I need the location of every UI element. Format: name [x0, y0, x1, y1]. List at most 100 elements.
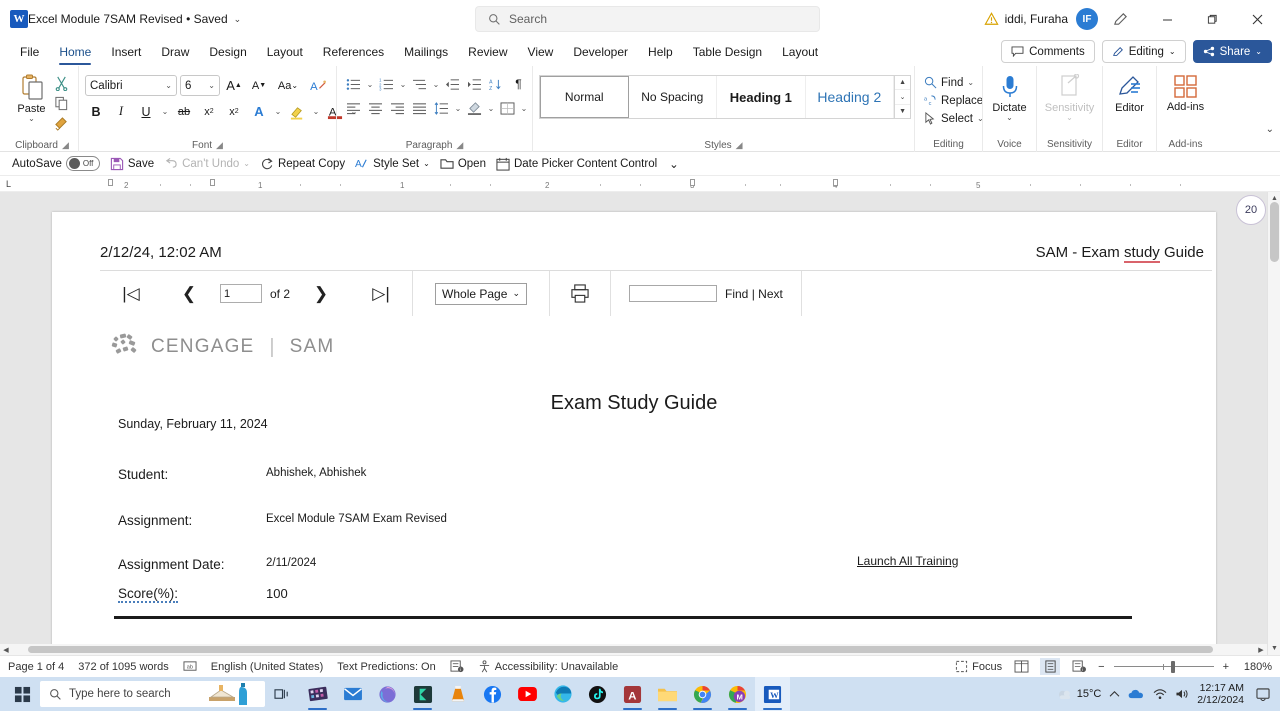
- clipboard-dialog-launcher[interactable]: ◢: [62, 140, 69, 150]
- taskbar-facebook-icon[interactable]: [475, 677, 510, 711]
- volume-icon[interactable]: [1175, 688, 1189, 700]
- close-button[interactable]: [1235, 0, 1280, 38]
- first-page-button[interactable]: |◁: [112, 280, 150, 308]
- select-button[interactable]: Select ⌄: [921, 111, 987, 126]
- task-view-button[interactable]: [265, 677, 300, 711]
- restore-button[interactable]: [1190, 0, 1235, 38]
- search-box[interactable]: Search: [475, 6, 820, 32]
- clear-formatting-button[interactable]: A: [306, 75, 332, 96]
- web-layout-view-button[interactable]: [1011, 658, 1031, 675]
- focus-mode-button[interactable]: Focus: [955, 660, 1002, 673]
- multilevel-chevron-down-icon[interactable]: ⌄: [431, 80, 441, 89]
- highlight-chevron-down-icon[interactable]: ⌄: [311, 107, 321, 116]
- styles-more-icon[interactable]: ▼: [895, 103, 910, 118]
- line-spacing-chevron-down-icon[interactable]: ⌄: [453, 104, 463, 113]
- numbering-chevron-down-icon[interactable]: ⌄: [398, 80, 408, 89]
- text-effects-chevron-down-icon[interactable]: ⌄: [273, 107, 283, 116]
- onedrive-icon[interactable]: [1128, 688, 1145, 700]
- date-picker-button-qat[interactable]: Date Picker Content Control: [496, 157, 657, 171]
- taskbar-app-icon[interactable]: [405, 677, 440, 711]
- tray-expand-icon[interactable]: [1109, 690, 1120, 699]
- grow-font-button[interactable]: A ▲: [223, 75, 245, 96]
- font-size-combo[interactable]: 6 ⌄: [180, 75, 220, 96]
- style-set-button-qat[interactable]: A Style Set ⌄: [355, 157, 430, 171]
- paste-button[interactable]: Paste ⌄: [12, 70, 51, 123]
- next-page-button[interactable]: ❯: [302, 280, 340, 308]
- taskbar-tiktok-icon[interactable]: [580, 677, 615, 711]
- tab-table-design[interactable]: Table Design: [683, 41, 772, 63]
- text-highlight-color-button[interactable]: [286, 101, 308, 122]
- tab-view[interactable]: View: [518, 41, 564, 63]
- shading-button[interactable]: [464, 98, 485, 118]
- scroll-left-icon[interactable]: ◀: [0, 644, 12, 655]
- show-formatting-marks-button[interactable]: ¶: [508, 74, 529, 94]
- styles-scroll-down-icon[interactable]: ⌄: [895, 89, 910, 103]
- justify-button[interactable]: [409, 98, 430, 118]
- scroll-right-icon[interactable]: ▶: [1255, 644, 1267, 655]
- comments-button[interactable]: Comments: [1001, 40, 1095, 63]
- tab-home[interactable]: Home: [49, 41, 101, 65]
- ruler-indent-marker[interactable]: [108, 179, 113, 186]
- collapse-ribbon-icon[interactable]: ⌄: [1266, 124, 1274, 135]
- tab-file[interactable]: File: [10, 41, 49, 63]
- shrink-font-button[interactable]: A ▼: [248, 75, 270, 96]
- bullets-button[interactable]: [343, 74, 364, 94]
- proofing-icon[interactable]: ab: [183, 660, 197, 673]
- bold-button[interactable]: B: [85, 101, 107, 122]
- multilevel-list-button[interactable]: [409, 74, 430, 94]
- style-no-spacing[interactable]: No Spacing: [629, 76, 718, 118]
- zoom-percentage[interactable]: 180%: [1238, 661, 1272, 673]
- underline-chevron-down-icon[interactable]: ⌄: [160, 107, 170, 116]
- style-heading-2[interactable]: Heading 2: [806, 76, 895, 118]
- taskbar-chrome-icon-1[interactable]: [685, 677, 720, 711]
- autosave-control[interactable]: AutoSave Off: [12, 156, 100, 171]
- autosave-toggle[interactable]: Off: [65, 156, 100, 171]
- tab-developer[interactable]: Developer: [563, 41, 638, 63]
- replace-button[interactable]: ac Replace: [921, 93, 987, 108]
- tab-insert[interactable]: Insert: [101, 41, 151, 63]
- addins-button[interactable]: Add-ins: [1163, 70, 1208, 113]
- borders-button[interactable]: [497, 98, 518, 118]
- tab-table-layout[interactable]: Layout: [772, 41, 828, 63]
- avatar[interactable]: IF: [1076, 8, 1098, 30]
- start-button[interactable]: [4, 677, 40, 711]
- minimize-button[interactable]: [1145, 0, 1190, 38]
- open-button-qat[interactable]: Open: [440, 157, 486, 170]
- align-right-button[interactable]: [387, 98, 408, 118]
- sensitivity-chevron-down-icon[interactable]: ⌄: [1066, 114, 1073, 122]
- subscript-button[interactable]: x2: [198, 101, 220, 122]
- taskbar-search-box[interactable]: Type here to search: [40, 681, 265, 707]
- viewer-find-link[interactable]: Find: [725, 287, 748, 301]
- text-predictions-indicator[interactable]: Text Predictions: On: [337, 661, 435, 673]
- language-indicator[interactable]: English (United States): [211, 661, 324, 673]
- ruler-indent-marker[interactable]: [833, 179, 838, 186]
- align-center-button[interactable]: [365, 98, 386, 118]
- taskbar-movies-tv-icon[interactable]: [300, 677, 335, 711]
- superscript-button[interactable]: x2: [223, 101, 245, 122]
- font-dialog-launcher[interactable]: ◢: [216, 140, 223, 150]
- tab-stop-selector-icon[interactable]: L: [6, 179, 11, 189]
- launch-all-training-link[interactable]: Launch All Training: [857, 554, 958, 568]
- editing-mode-button[interactable]: Editing ⌄: [1101, 40, 1186, 63]
- taskbar-clock[interactable]: 12:17 AM 2/12/2024: [1197, 682, 1244, 706]
- scroll-down-icon[interactable]: ▼: [1268, 642, 1280, 655]
- page-number-input[interactable]: 1: [220, 284, 262, 303]
- taskbar-access-icon[interactable]: A: [615, 677, 650, 711]
- tab-layout[interactable]: Layout: [257, 41, 313, 63]
- align-left-button[interactable]: [343, 98, 364, 118]
- printer-icon[interactable]: [570, 284, 590, 303]
- editor-status-icon[interactable]: i: [450, 660, 464, 673]
- styles-dialog-launcher[interactable]: ◢: [736, 140, 743, 150]
- tab-review[interactable]: Review: [458, 41, 517, 63]
- comment-marker-badge[interactable]: 20: [1236, 195, 1266, 225]
- increase-indent-button[interactable]: [464, 74, 485, 94]
- copy-button[interactable]: [51, 95, 72, 112]
- style-heading-1[interactable]: Heading 1: [717, 76, 806, 118]
- document-page[interactable]: 2/12/24, 12:02 AM SAM - Exam study Guide…: [52, 212, 1216, 652]
- network-icon[interactable]: [1153, 688, 1167, 700]
- paste-chevron-down-icon[interactable]: ⌄: [28, 115, 35, 123]
- document-canvas[interactable]: 20 2/12/24, 12:02 AM SAM - Exam study Gu…: [0, 192, 1280, 655]
- tab-references[interactable]: References: [313, 41, 394, 63]
- underline-button[interactable]: U: [135, 101, 157, 122]
- zoom-slider-knob[interactable]: [1170, 660, 1175, 673]
